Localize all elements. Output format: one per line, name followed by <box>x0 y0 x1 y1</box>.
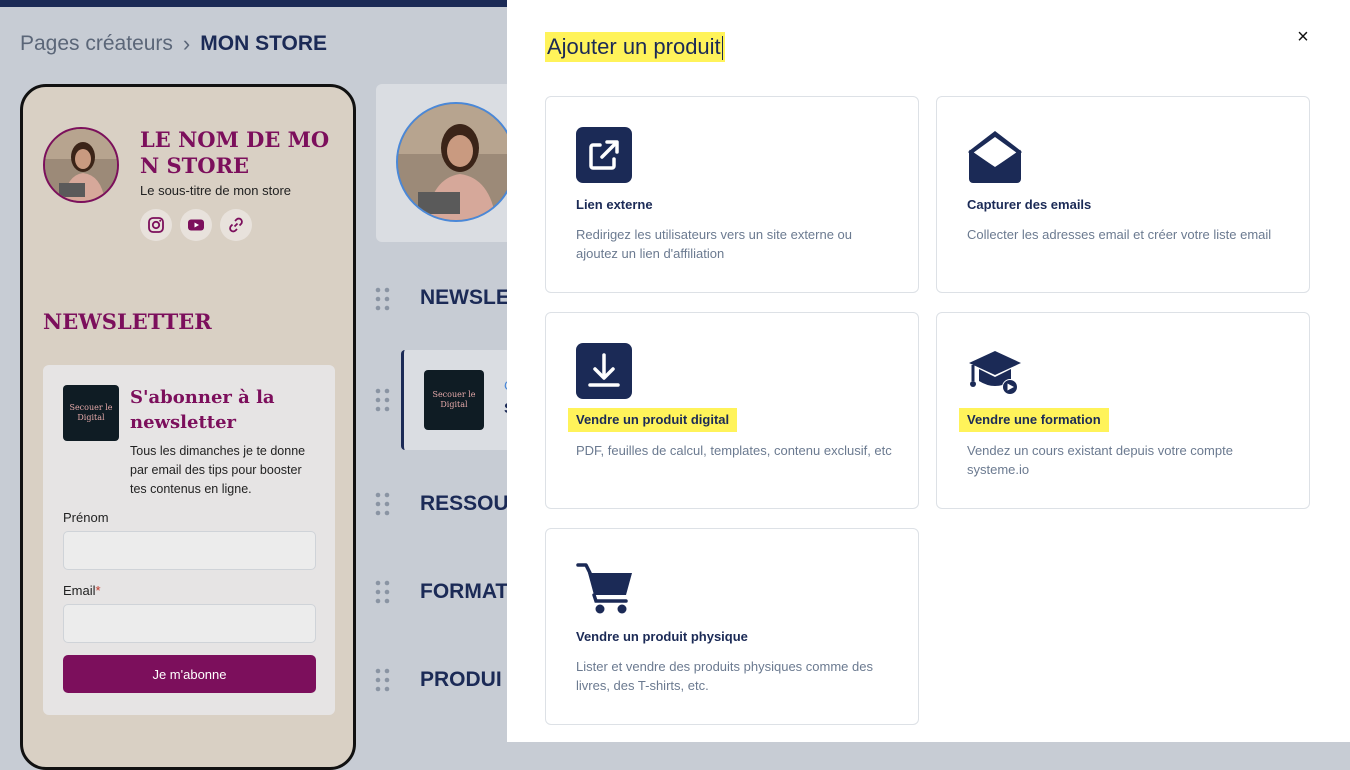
breadcrumb-separator: › <box>182 31 191 56</box>
youtube-icon[interactable] <box>180 209 212 241</box>
drag-handle-icon[interactable] <box>374 491 392 517</box>
store-subtitle: Le sous-titre de mon store <box>140 183 292 198</box>
section-produits[interactable]: PRODUI <box>420 668 502 692</box>
option-description: PDF, feuilles de calcul, templates, cont… <box>576 443 892 458</box>
store-name: LE NOM DE MON STORE <box>140 127 330 178</box>
option-title: Vendre un produit digital <box>568 408 738 432</box>
option-title: Vendre une formation <box>959 408 1109 432</box>
section-formations[interactable]: FORMAT <box>420 580 508 604</box>
breadcrumb: Pages créateurs › MON STORE <box>20 31 327 57</box>
panel-title: Ajouter un produit <box>545 32 725 62</box>
option-description: Collecter les adresses email et créer vo… <box>967 227 1272 242</box>
newsletter-description: Tous les dimanches je te donne par email… <box>130 444 306 496</box>
profile-photo[interactable] <box>396 102 516 222</box>
option-external-link[interactable]: Lien externe Redirigez les utilisateurs … <box>545 96 919 293</box>
social-links <box>140 209 252 241</box>
drag-handle-icon[interactable] <box>374 667 392 693</box>
option-physical-product[interactable]: Vendre un produit physique Lister et ven… <box>545 528 919 725</box>
store-avatar <box>43 127 119 203</box>
shopping-cart-icon <box>576 559 634 617</box>
option-title: Lien externe <box>576 197 653 212</box>
option-capture-emails[interactable]: Capturer des emails Collecter les adress… <box>936 96 1310 293</box>
subscribe-button[interactable]: Je m'abonne <box>63 655 316 693</box>
option-title: Vendre un produit physique <box>576 629 748 644</box>
instagram-icon[interactable] <box>140 209 172 241</box>
breadcrumb-current: MON STORE <box>200 32 328 55</box>
required-mark: * <box>95 583 101 598</box>
firstname-field[interactable] <box>63 531 316 570</box>
option-course[interactable]: Vendre une formation Vendez un cours exi… <box>936 312 1310 509</box>
link-icon[interactable] <box>220 209 252 241</box>
graduation-cap-icon <box>967 343 1025 401</box>
email-label: Email* <box>63 583 101 598</box>
section-newsletter[interactable]: NEWSLE <box>420 286 510 310</box>
option-title: Capturer des emails <box>967 197 1092 212</box>
newsletter-title: S'abonner à la newsletter <box>130 387 275 433</box>
drag-handle-icon[interactable] <box>374 579 392 605</box>
email-field[interactable] <box>63 604 316 643</box>
download-icon <box>576 343 634 401</box>
add-product-panel: Ajouter un produit × Lien externe Rediri… <box>507 0 1350 742</box>
newsletter-card: Secouer le Digital S'abonner à la newsle… <box>43 365 335 715</box>
option-description: Vendez un cours existant depuis votre co… <box>967 443 1233 477</box>
firstname-label: Prénom <box>63 510 109 525</box>
section-ressources[interactable]: RESSOU <box>420 492 509 516</box>
newsletter-thumbnail: Secouer le Digital <box>63 385 119 441</box>
store-phone-preview: LE NOM DE MON STORE Le sous-titre de mon… <box>20 84 356 770</box>
product-thumbnail: Secouer le Digital <box>424 370 484 430</box>
email-label-text: Email <box>63 583 96 598</box>
breadcrumb-parent-link[interactable]: Pages créateurs <box>20 32 173 56</box>
external-link-icon <box>576 127 634 185</box>
option-description: Lister et vendre des produits physiques … <box>576 659 873 693</box>
drag-handle-icon[interactable] <box>374 387 392 413</box>
close-icon[interactable]: × <box>1292 26 1314 48</box>
envelope-icon <box>967 127 1025 185</box>
drag-handle-icon[interactable] <box>374 286 392 312</box>
option-digital-product[interactable]: Vendre un produit digital PDF, feuilles … <box>545 312 919 509</box>
option-description: Redirigez les utilisateurs vers un site … <box>576 227 853 261</box>
newsletter-heading: NEWSLETTER <box>43 309 212 334</box>
